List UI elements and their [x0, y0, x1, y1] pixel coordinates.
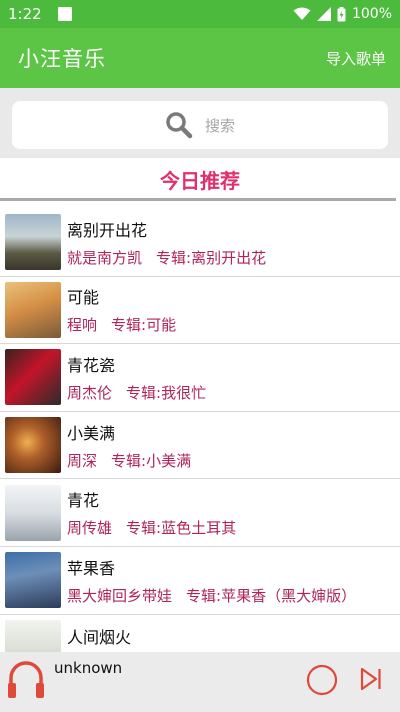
song-meta: 周深 专辑:小美满	[67, 450, 191, 471]
song-artist: 程响	[67, 316, 98, 335]
status-time: 1:22	[8, 5, 42, 23]
song-title: 离别开出花	[67, 220, 148, 240]
album-cover	[5, 214, 61, 271]
album-cover	[5, 552, 61, 609]
song-meta: 周传雄 专辑:蓝色土耳其	[67, 517, 236, 538]
divider	[0, 198, 396, 201]
song-album: 专辑:离别开出花	[156, 248, 267, 267]
status-bar: 1:22 100%	[0, 0, 400, 28]
song-album: 专辑:苹果香（黑大婶版）	[186, 586, 357, 605]
song-title: 可能	[67, 288, 100, 308]
song-item[interactable]: 青花瓷 周杰伦 专辑:我很忙	[0, 344, 400, 412]
search-placeholder: 搜索	[204, 116, 235, 135]
song-artist: 就是南方凯	[67, 248, 143, 267]
app-title: 小汪音乐	[18, 47, 106, 71]
song-item[interactable]: 人间烟火	[0, 615, 400, 652]
album-cover	[5, 484, 61, 541]
recommend-header: 今日推荐	[160, 168, 240, 193]
album-cover	[5, 619, 61, 652]
song-album: 专辑:蓝色土耳其	[126, 519, 237, 538]
album-cover	[5, 281, 61, 338]
status-icons: 100%	[293, 6, 392, 22]
song-title: 小美满	[67, 423, 116, 443]
song-artist: 黑大婶回乡带娃	[67, 586, 173, 605]
song-meta: 就是南方凯 专辑:离别开出花	[67, 247, 266, 268]
wifi-icon	[293, 7, 311, 20]
app-bar: 小汪音乐 导入歌单	[0, 28, 400, 88]
song-artist: 周深	[67, 451, 98, 470]
play-circle-icon[interactable]	[304, 662, 340, 698]
song-meta: 周杰伦 专辑:我很忙	[67, 382, 206, 403]
song-title: 人间烟火	[67, 627, 132, 647]
song-item[interactable]: 小美满 周深 专辑:小美满	[0, 412, 400, 480]
song-item[interactable]: 离别开出花 就是南方凯 专辑:离别开出花	[0, 209, 400, 277]
song-album: 专辑:小美满	[111, 451, 192, 470]
search-area: 搜索	[0, 88, 400, 158]
song-list: 离别开出花 就是南方凯 专辑:离别开出花 可能 程响 专辑:可能 青花瓷 周杰伦 专辑…	[0, 209, 400, 652]
song-album: 专辑:可能	[111, 316, 177, 335]
song-title: 苹果香	[67, 558, 116, 578]
song-item[interactable]: 可能 程响 专辑:可能	[0, 277, 400, 345]
song-item[interactable]: 苹果香 黑大婶回乡带娃 专辑:苹果香（黑大婶版）	[0, 547, 400, 615]
player-bar: unknown	[0, 652, 400, 712]
song-title: 青花	[67, 491, 100, 511]
song-item[interactable]: 青花 周传雄 专辑:蓝色土耳其	[0, 479, 400, 547]
song-album: 专辑:我很忙	[126, 383, 207, 402]
search-icon	[166, 112, 193, 139]
album-cover	[5, 417, 61, 474]
song-meta: 黑大婶回乡带娃 专辑:苹果香（黑大婶版）	[67, 585, 356, 606]
battery-icon	[337, 6, 346, 21]
song-artist: 周杰伦	[67, 383, 113, 402]
song-meta: 程响 专辑:可能	[67, 314, 176, 335]
battery-percent: 100%	[351, 6, 392, 22]
search-input[interactable]: 搜索	[12, 101, 388, 149]
signal-icon	[316, 7, 331, 21]
skip-next-icon[interactable]	[358, 664, 384, 694]
song-artist: 周传雄	[67, 519, 113, 538]
now-playing-title: unknown	[54, 659, 123, 677]
song-title: 青花瓷	[67, 355, 116, 375]
album-cover	[5, 349, 61, 406]
headphones-icon[interactable]	[6, 658, 46, 702]
import-playlist-button[interactable]: 导入歌单	[326, 48, 386, 69]
notification-icon	[57, 7, 72, 21]
